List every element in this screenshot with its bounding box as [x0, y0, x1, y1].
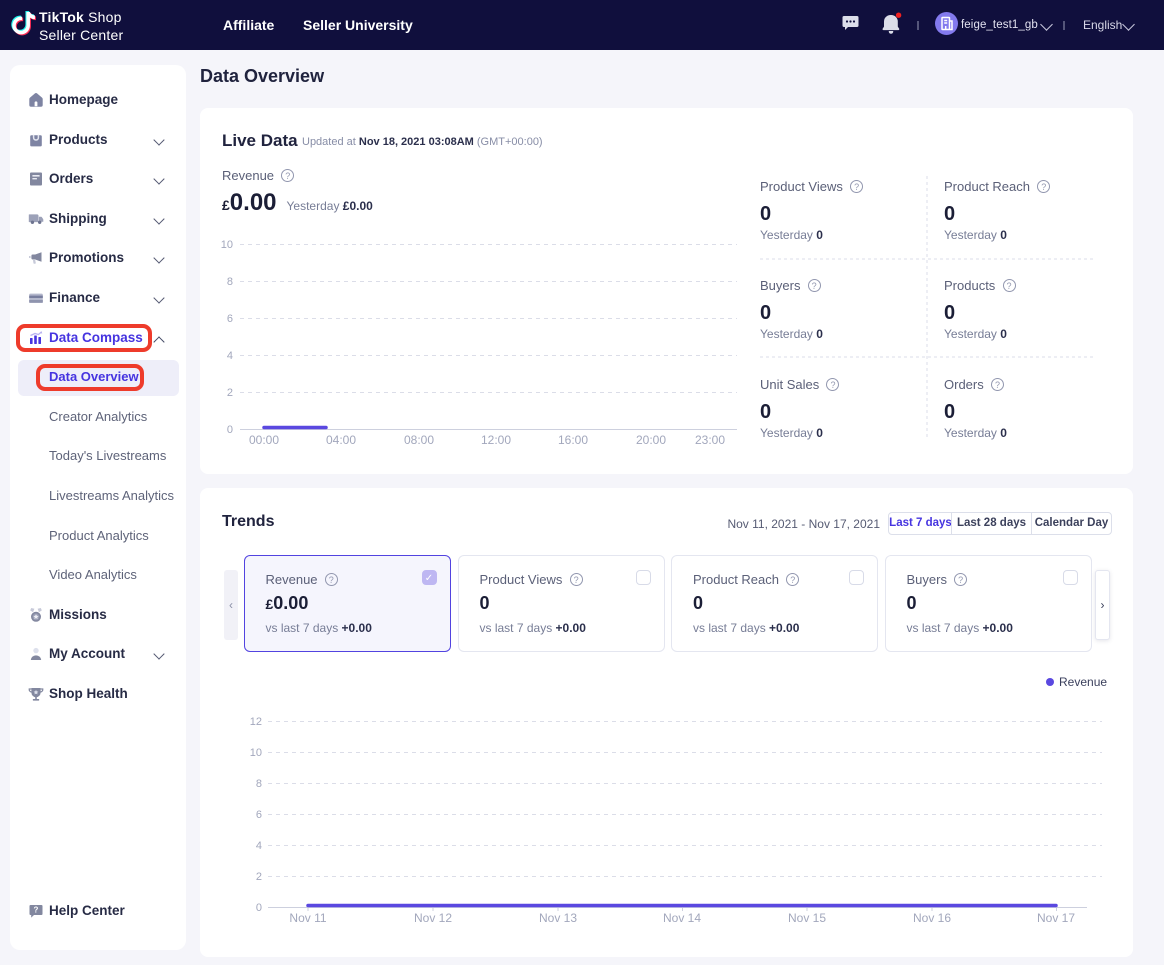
svg-text:6: 6	[227, 313, 233, 325]
svg-text:2: 2	[227, 387, 233, 399]
svg-text:Nov 12: Nov 12	[414, 911, 452, 925]
svg-text:Nov 17: Nov 17	[1037, 911, 1075, 925]
svg-text:12: 12	[250, 716, 262, 728]
svg-text:23:00: 23:00	[695, 433, 725, 447]
svg-text:10: 10	[221, 239, 233, 251]
svg-text:8: 8	[227, 276, 233, 288]
svg-text:Nov 16: Nov 16	[913, 911, 951, 925]
svg-text:2: 2	[256, 871, 262, 883]
svg-text:Nov 15: Nov 15	[788, 911, 826, 925]
svg-text:0: 0	[227, 424, 233, 436]
svg-text:Nov 14: Nov 14	[663, 911, 701, 925]
svg-text:00:00: 00:00	[249, 433, 279, 447]
svg-text:12:00: 12:00	[481, 433, 511, 447]
svg-text:20:00: 20:00	[636, 433, 666, 447]
svg-text:04:00: 04:00	[326, 433, 356, 447]
svg-text:Nov 13: Nov 13	[539, 911, 577, 925]
svg-text:4: 4	[256, 840, 262, 852]
svg-text:08:00: 08:00	[404, 433, 434, 447]
svg-text:?: ?	[34, 906, 39, 915]
svg-text:6: 6	[256, 809, 262, 821]
svg-text:10: 10	[250, 747, 262, 759]
svg-text:16:00: 16:00	[558, 433, 588, 447]
svg-text:8: 8	[256, 778, 262, 790]
svg-text:4: 4	[227, 350, 233, 362]
svg-text:0: 0	[256, 902, 262, 914]
svg-text:Nov 11: Nov 11	[289, 911, 326, 925]
